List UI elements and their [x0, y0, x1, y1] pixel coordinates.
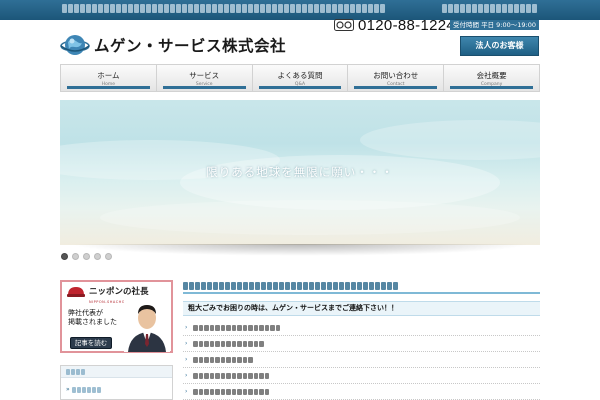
main-navigation: ホーム Home サービス Service よくある質問 Q&A お問い合わせ … — [60, 64, 540, 92]
arrow-right-icon: › — [185, 355, 188, 363]
arrow-right-icon: › — [185, 387, 188, 395]
chevron-right-icon: » — [66, 386, 70, 393]
top-bar-right-text — [442, 4, 537, 14]
slider-dot[interactable] — [72, 253, 79, 260]
top-bar-left-text — [62, 4, 385, 14]
main-section-title — [183, 280, 540, 294]
nav-label: サービス — [189, 71, 220, 80]
top-bar — [0, 0, 600, 20]
hero-caption: 限りある地球を無限に願い・・・ — [206, 165, 394, 179]
nav-label: お問い合わせ — [373, 71, 419, 80]
slider-dot[interactable] — [105, 253, 112, 260]
banner-line: 弊社代表が — [68, 309, 103, 317]
hero-shadow — [70, 244, 530, 256]
sidebar-link[interactable]: » — [61, 386, 172, 393]
nav-underline — [67, 86, 150, 89]
slider-dots — [61, 253, 112, 260]
company-name: ムゲン・サービス株式会社 — [94, 37, 287, 55]
nav-underline — [162, 86, 246, 89]
hero-slider-image: 限りある地球を無限に願い・・・ — [60, 100, 540, 245]
banner-title: ニッポンの社長 — [89, 286, 149, 297]
arrow-right-icon: › — [185, 323, 188, 331]
nav-item-company[interactable]: 会社概要 Company — [444, 65, 539, 91]
read-article-button[interactable]: 記事を読む — [70, 337, 112, 349]
nav-underline — [258, 86, 342, 89]
list-item[interactable]: › — [183, 352, 540, 368]
banner-line: 掲載されました — [68, 318, 117, 326]
list-item[interactable]: › — [183, 320, 540, 336]
sidebar-box: » — [60, 365, 173, 400]
slider-dot[interactable] — [83, 253, 90, 260]
ceo-photo — [124, 300, 170, 352]
free-dial-icon — [334, 19, 354, 31]
nav-item-service[interactable]: サービス Service — [157, 65, 253, 91]
phone-number-text: 0120-88-1224 — [358, 16, 456, 34]
wave-shape — [360, 120, 540, 160]
site-logo[interactable]: ムゲン・サービス株式会社 — [60, 30, 286, 60]
globe-logo-icon — [60, 35, 90, 55]
main-title-text — [183, 282, 398, 290]
corporate-customers-button[interactable]: 法人のお客様 — [460, 36, 539, 56]
nav-label: 会社概要 — [476, 71, 507, 80]
intro-message: 粗大ごみでお困りの時は、ムゲン・サービスまでご連絡下さい！！ — [183, 301, 540, 316]
arrow-right-icon: › — [185, 339, 188, 347]
cap-logo-icon — [67, 287, 85, 297]
sidebar-box-heading — [61, 366, 172, 378]
nav-underline — [354, 86, 438, 89]
nav-label: よくある質問 — [277, 71, 323, 80]
banner-text: 弊社代表が 掲載されました — [68, 309, 117, 327]
nippon-shacho-banner[interactable]: ニッポンの社長 NIPPON-SHACHO 弊社代表が 掲載されました 記事を読… — [60, 280, 173, 353]
nav-label: ホーム — [97, 71, 120, 80]
banner-subtitle: NIPPON-SHACHO — [89, 300, 126, 304]
nav-item-contact[interactable]: お問い合わせ Contact — [348, 65, 445, 91]
arrow-right-icon: › — [185, 371, 188, 379]
service-list: › › › › › — [183, 320, 540, 400]
list-item[interactable]: › — [183, 368, 540, 384]
slider-dot[interactable] — [94, 253, 101, 260]
list-item[interactable]: › — [183, 336, 540, 352]
banner-header: ニッポンの社長 — [66, 285, 149, 299]
nav-item-faq[interactable]: よくある質問 Q&A — [253, 65, 349, 91]
nav-item-home[interactable]: ホーム Home — [61, 65, 157, 91]
wave-shape — [100, 200, 520, 235]
business-hours: 受付時間 平日 9:00〜19:00 — [450, 20, 539, 30]
phone-number[interactable]: 0120-88-1224 — [334, 16, 455, 34]
nav-underline — [450, 86, 533, 89]
list-item[interactable]: › — [183, 384, 540, 400]
slider-dot[interactable] — [61, 253, 68, 260]
